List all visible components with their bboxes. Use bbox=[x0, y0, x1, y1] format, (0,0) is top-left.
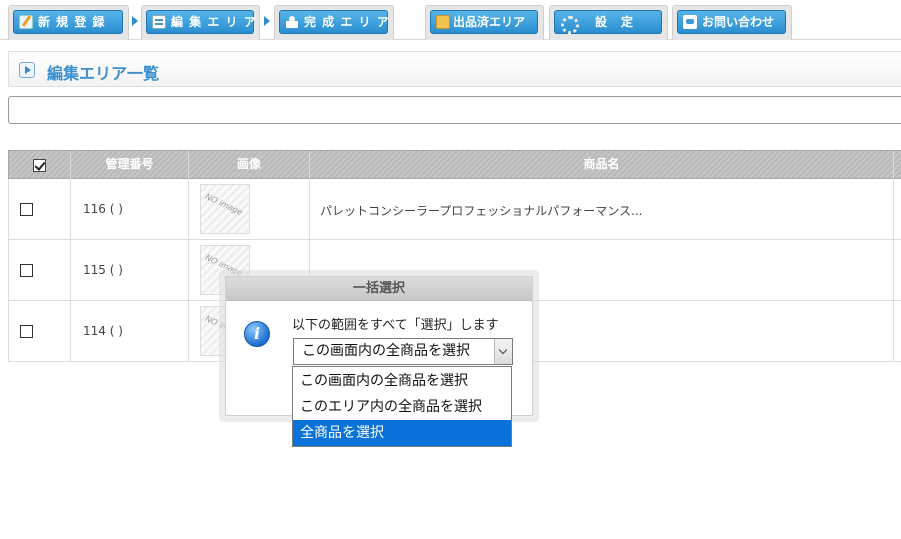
no-image-thumbnail: NO image bbox=[200, 184, 250, 234]
info-icon: i bbox=[244, 321, 270, 347]
gear-icon bbox=[560, 15, 579, 34]
checkbox-cell bbox=[9, 240, 71, 300]
top-nav: 新 規 登 録 編 集 エ リ ア 完 成 エ リ ア 出品済エリア 設 定 お… bbox=[0, 0, 901, 40]
table-header: 管理番号 画像 商品名 bbox=[8, 150, 901, 179]
settings-label: 設 定 bbox=[595, 15, 635, 29]
complete-area-button[interactable]: 完 成 エ リ ア bbox=[279, 10, 390, 34]
chevron-down-icon[interactable] bbox=[494, 339, 512, 364]
edit-area-icon bbox=[152, 15, 166, 29]
tab-settings[interactable]: 設 定 bbox=[549, 5, 668, 40]
checkbox-cell bbox=[9, 301, 71, 361]
row-checkbox[interactable] bbox=[20, 264, 33, 277]
row-checkbox[interactable] bbox=[20, 325, 33, 338]
row-code: 116 ( ) bbox=[83, 202, 123, 216]
dialog-message: 以下の範囲をすべて「選択」します bbox=[292, 318, 499, 333]
table-row[interactable]: 116 ( ) NO image パレットコンシーラープロフェッショナルパフォー… bbox=[8, 179, 901, 240]
complete-area-label: 完 成 エ リ ア bbox=[304, 15, 390, 29]
range-select[interactable]: この画面内の全商品を選択 bbox=[293, 338, 513, 365]
search-input[interactable] bbox=[8, 96, 901, 124]
row-code: 115 ( ) bbox=[83, 263, 123, 277]
listed-area-label: 出品済エリア bbox=[453, 15, 526, 29]
tab-new-register[interactable]: 新 規 登 録 bbox=[8, 5, 129, 40]
header-image: 画像 bbox=[189, 151, 310, 179]
header-name: 商品名 bbox=[310, 151, 894, 179]
new-register-label: 新 規 登 録 bbox=[38, 15, 106, 29]
select-all-header bbox=[9, 151, 71, 179]
listed-area-button[interactable]: 出品済エリア bbox=[430, 10, 538, 34]
new-register-button[interactable]: 新 規 登 録 bbox=[13, 10, 123, 34]
row-code: 114 ( ) bbox=[83, 324, 123, 338]
contact-button[interactable]: お問い合わせ bbox=[677, 10, 786, 34]
complete-area-icon bbox=[285, 15, 299, 29]
edit-area-button[interactable]: 編 集 エ リ ア bbox=[146, 10, 257, 34]
play-icon bbox=[19, 62, 35, 78]
dialog-title[interactable]: 一括選択 bbox=[226, 277, 532, 301]
chat-icon bbox=[683, 15, 697, 29]
checkbox-cell bbox=[9, 179, 71, 239]
page-title: 編集エリア一覧 bbox=[47, 64, 160, 83]
dropdown-option-this-area[interactable]: このエリア内の全商品を選択 bbox=[293, 394, 511, 420]
edit-area-label: 編 集 エ リ ア bbox=[171, 15, 257, 29]
select-all-checkbox[interactable] bbox=[33, 159, 46, 172]
no-image-label: NO image bbox=[203, 192, 244, 217]
new-register-icon bbox=[19, 15, 33, 29]
tab-edit-area[interactable]: 編 集 エ リ ア bbox=[141, 5, 260, 40]
listed-area-icon bbox=[436, 15, 450, 29]
dropdown-option-this-page[interactable]: この画面内の全商品を選択 bbox=[293, 368, 511, 394]
row-checkbox[interactable] bbox=[20, 203, 33, 216]
step-arrow-icon bbox=[132, 16, 138, 26]
range-dropdown-list: この画面内の全商品を選択 このエリア内の全商品を選択 全商品を選択 bbox=[292, 366, 512, 447]
range-select-value: この画面内の全商品を選択 bbox=[302, 343, 470, 359]
dropdown-option-all-products[interactable]: 全商品を選択 bbox=[293, 420, 511, 446]
step-arrow-icon bbox=[264, 16, 270, 26]
contact-label: お問い合わせ bbox=[702, 15, 775, 29]
settings-button[interactable]: 設 定 bbox=[554, 10, 662, 34]
tab-contact[interactable]: お問い合わせ bbox=[672, 5, 792, 40]
header-code: 管理番号 bbox=[71, 151, 189, 179]
tab-listed-area[interactable]: 出品済エリア bbox=[425, 5, 544, 40]
row-product-name[interactable]: パレットコンシーラープロフェッショナルパフォーマンス... bbox=[320, 202, 643, 219]
tab-complete-area[interactable]: 完 成 エ リ ア bbox=[274, 5, 394, 40]
page-title-bar: 編集エリア一覧 bbox=[8, 51, 901, 87]
